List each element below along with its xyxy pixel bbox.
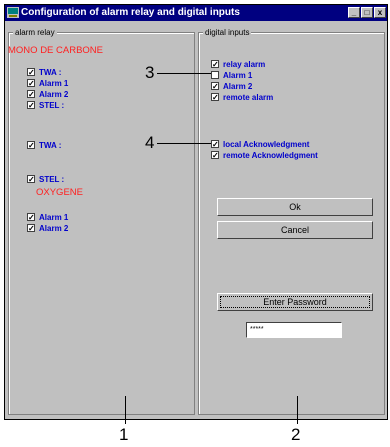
relay-co-alarm2-checkbox[interactable]: ✓ Alarm 2 [27, 89, 68, 99]
checkbox-label: Alarm 2 [39, 223, 69, 233]
checkbox-label: Alarm 1 [223, 70, 253, 80]
checkbox-box[interactable]: ✓ [211, 140, 219, 149]
password-field[interactable]: ***** [246, 322, 342, 338]
callout-2-line [297, 396, 298, 424]
checkbox-box[interactable]: ✓ [27, 90, 35, 99]
checkbox-label: TWA : [39, 140, 62, 150]
callout-2-label: 2 [291, 425, 301, 444]
checkbox-box[interactable]: ✓ [27, 79, 35, 88]
maximize-button[interactable]: □ [361, 7, 373, 18]
close-button[interactable]: x [374, 7, 386, 18]
checkbox-box[interactable]: ✓ [211, 93, 219, 102]
checkbox-label: remote Acknowledgment [223, 150, 318, 160]
input-alarm1-checkbox[interactable]: Alarm 1 [211, 70, 252, 80]
checkbox-label: Alarm 1 [39, 78, 69, 88]
callout-3-line [157, 73, 211, 74]
checkbox-box[interactable]: ✓ [211, 151, 219, 160]
enter-password-button[interactable]: Enter Password [217, 293, 373, 311]
checkbox-box[interactable]: ✓ [27, 141, 35, 150]
input-local-ack-checkbox[interactable]: ✓ local Acknowledgment [211, 139, 309, 149]
window-title: Configuration of alarm relay and digital… [21, 7, 240, 18]
checkbox-label: remote alarm [223, 92, 274, 102]
checkbox-label: Alarm 1 [39, 212, 69, 222]
relay-o2-alarm2-checkbox[interactable]: ✓ Alarm 2 [27, 223, 68, 233]
checkbox-label: relay alarm [223, 59, 266, 69]
callout-4-line [157, 143, 211, 144]
cancel-button[interactable]: Cancel [217, 221, 373, 239]
oxygen-title: OXYGENE [36, 187, 83, 198]
checkbox-box[interactable]: ✓ [211, 60, 219, 69]
checkbox-box[interactable]: ✓ [27, 213, 35, 222]
relay-stel-checkbox[interactable]: ✓ STEL : [27, 174, 64, 184]
minimize-button[interactable]: _ [348, 7, 360, 18]
ok-button[interactable]: Ok [217, 198, 373, 216]
checkbox-box[interactable] [211, 71, 219, 79]
title-bar[interactable]: Configuration of alarm relay and digital… [5, 5, 387, 21]
relay-co-stel-checkbox[interactable]: ✓ STEL : [27, 100, 64, 110]
checkbox-label: TWA : [39, 67, 62, 77]
config-window: Configuration of alarm relay and digital… [4, 4, 388, 420]
checkbox-label: STEL : [39, 174, 65, 184]
relay-o2-alarm1-checkbox[interactable]: ✓ Alarm 1 [27, 212, 68, 222]
digital-inputs-legend: digital inputs [203, 27, 252, 38]
input-remote-ack-checkbox[interactable]: ✓ remote Acknowledgment [211, 150, 318, 160]
input-remote-alarm-checkbox[interactable]: ✓ remote alarm [211, 92, 273, 102]
checkbox-label: Alarm 2 [223, 81, 253, 91]
checkbox-box[interactable]: ✓ [27, 101, 35, 110]
alarm-relay-legend: alarm relay [13, 27, 57, 38]
relay-twa-checkbox[interactable]: ✓ TWA : [27, 140, 61, 150]
carbon-monoxide-title: MONO DE CARBONE [8, 45, 104, 56]
input-relay-alarm-checkbox[interactable]: ✓ relay alarm [211, 59, 265, 69]
relay-co-twa-checkbox[interactable]: ✓ TWA : [27, 67, 61, 77]
relay-co-alarm1-checkbox[interactable]: ✓ Alarm 1 [27, 78, 68, 88]
checkbox-box[interactable]: ✓ [27, 224, 35, 233]
checkbox-box[interactable]: ✓ [211, 82, 219, 91]
callout-1-line [125, 396, 126, 424]
checkbox-label: Alarm 2 [39, 89, 69, 99]
app-icon [7, 7, 19, 18]
checkbox-label: local Acknowledgment [223, 139, 310, 149]
input-alarm2-checkbox[interactable]: ✓ Alarm 2 [211, 81, 252, 91]
callout-3-label: 3 [145, 63, 155, 82]
checkbox-label: STEL : [39, 100, 65, 110]
checkbox-box[interactable]: ✓ [27, 68, 35, 77]
callout-4-label: 4 [145, 133, 155, 152]
checkbox-box[interactable]: ✓ [27, 175, 35, 184]
callout-1-label: 1 [119, 425, 129, 444]
